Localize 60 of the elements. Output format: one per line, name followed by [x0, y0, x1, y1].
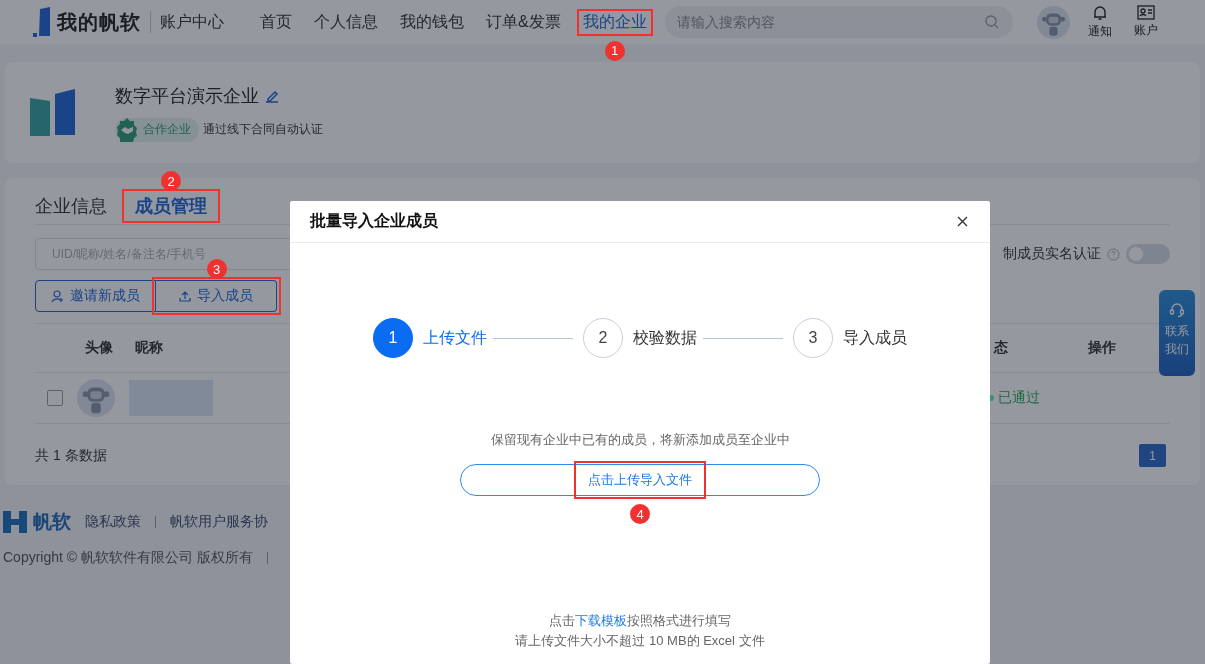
headset-icon	[1169, 302, 1185, 318]
copyright-text: Copyright © 帆软软件有限公司 版权所有	[3, 549, 253, 567]
dialog-title: 批量导入企业成员	[310, 211, 438, 231]
logo-text: 我的帆软	[57, 9, 141, 35]
download-template-link[interactable]: 下载模板	[575, 613, 627, 628]
close-icon	[957, 216, 968, 227]
footer-link[interactable]: 帆软用户服务协	[170, 513, 268, 531]
action-button[interactable]: 邀请新成员	[35, 280, 156, 312]
import-hint: 保留现有企业中已有的成员，将新添加成员至企业中	[489, 431, 791, 449]
row-checkbox[interactable]	[47, 390, 63, 406]
column-header: 操作	[1088, 339, 1117, 357]
verification-note: 通过线下合同自动认证	[203, 121, 323, 138]
step-label: 上传文件	[423, 327, 487, 348]
footer-link[interactable]: 隐私政策	[85, 513, 141, 531]
step-number: 2	[583, 318, 623, 358]
header-action[interactable]: 通知	[1083, 4, 1116, 40]
search-field[interactable]: 请输入搜索内容	[664, 6, 1013, 38]
partner-badge: 合作企业	[115, 117, 199, 142]
section-title: 账户中心	[160, 11, 224, 32]
status-text: 已通过	[998, 389, 1040, 407]
nav-link[interactable]: 我的企业	[580, 11, 649, 33]
template-note: 点击下载模板按照格式进行填写	[548, 612, 732, 630]
page-button[interactable]: 1	[1139, 444, 1166, 467]
toggle-label: 制成员实名认证	[1003, 245, 1101, 263]
handshake-icon	[115, 117, 139, 142]
step-label: 校验数据	[633, 327, 697, 348]
brand-name: 帆软	[33, 510, 71, 534]
close-button[interactable]	[955, 214, 970, 229]
nav-link[interactable]: 个人信息	[312, 11, 380, 33]
tab[interactable]: 成员管理	[126, 192, 216, 220]
upload-icon	[179, 290, 191, 302]
edit-icon[interactable]	[265, 88, 279, 103]
nav-link[interactable]: 订单&发票	[484, 11, 563, 33]
company-name: 数字平台演示企业	[115, 84, 259, 108]
logo-icon	[33, 7, 51, 37]
file-limit-note: 请上传文件大小不超过 10 MB的 Excel 文件	[514, 632, 766, 650]
nav-link[interactable]: 我的钱包	[398, 11, 466, 33]
company-logo	[28, 87, 78, 138]
column-header: 态	[994, 339, 1009, 357]
add-user-icon	[51, 289, 64, 303]
contact-button[interactable]: 联系我们	[1159, 290, 1195, 376]
bell-icon	[1091, 4, 1108, 21]
total-count: 共 1 条数据	[35, 446, 107, 465]
help-icon[interactable]	[1107, 247, 1120, 261]
tab[interactable]: 企业信息	[35, 192, 116, 220]
step-label: 导入成员	[843, 327, 907, 348]
id-card-icon	[1136, 5, 1155, 20]
step-number: 1	[373, 318, 413, 358]
step-marker: 2	[161, 171, 181, 191]
nav-link[interactable]: 首页	[258, 11, 294, 33]
action-button[interactable]: 导入成员	[156, 280, 277, 312]
column-header: 昵称	[135, 339, 164, 357]
search-icon[interactable]	[984, 15, 999, 29]
header-action[interactable]: 账户	[1129, 5, 1162, 39]
avatar	[77, 379, 115, 417]
brand-icon	[3, 511, 27, 533]
column-header: 头像	[85, 339, 114, 357]
step-marker: 1	[604, 40, 625, 61]
step-marker: 4	[630, 504, 650, 524]
step-number: 3	[793, 318, 833, 358]
